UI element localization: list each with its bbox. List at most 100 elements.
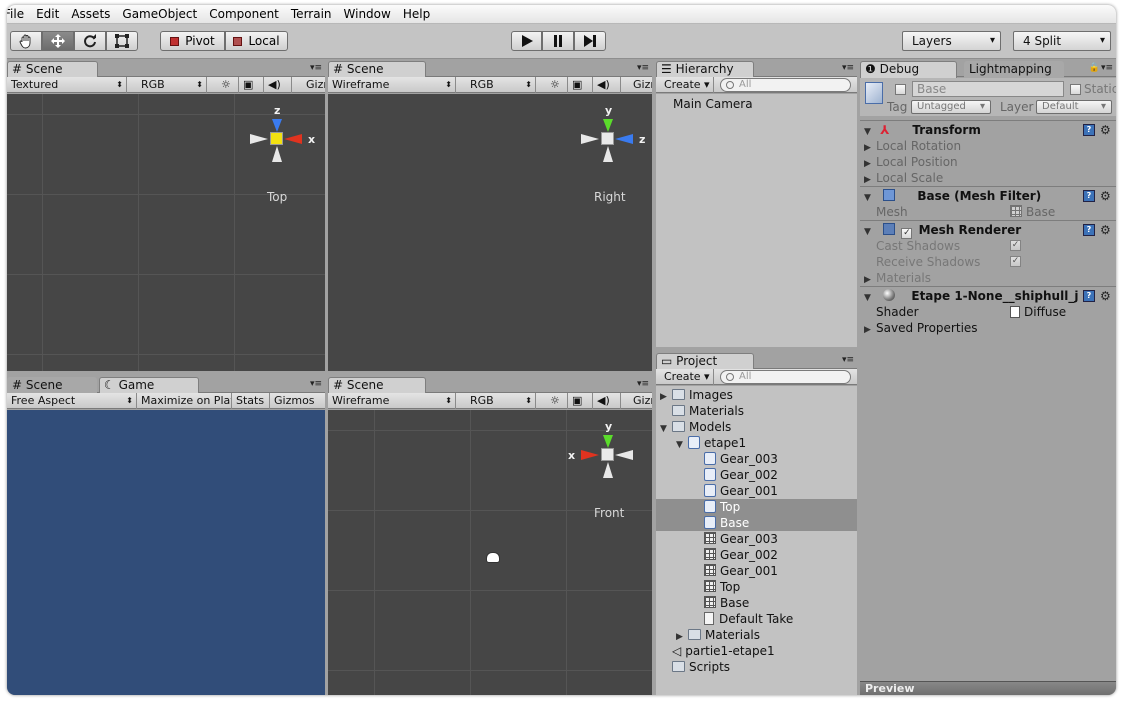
help-icon[interactable]: ? — [1083, 290, 1095, 302]
tab-scene[interactable]: # Scene — [328, 61, 426, 78]
pivot-toggle-button[interactable]: Pivot — [160, 31, 225, 51]
panel-menu-icon[interactable]: ▾≡ — [637, 379, 649, 389]
gear-icon[interactable]: ⚙ — [1100, 287, 1111, 305]
tag-dropdown[interactable]: Untagged — [911, 100, 991, 114]
render-mode-dropdown[interactable]: RGB ⬍ — [466, 393, 536, 409]
step-button[interactable] — [574, 31, 606, 51]
project-item[interactable]: Gear_002 — [656, 547, 857, 563]
rotate-tool-button[interactable] — [74, 31, 106, 51]
project-item[interactable]: ▶ Images — [656, 387, 857, 403]
hierarchy-search-input[interactable]: All — [720, 78, 851, 92]
menu-gameobject[interactable]: GameObject — [116, 7, 203, 21]
axis-y-arrow[interactable] — [603, 435, 613, 448]
axis-neg-x-arrow[interactable] — [250, 134, 268, 144]
project-item[interactable]: Gear_001 — [656, 563, 857, 579]
move-tool-button[interactable] — [42, 31, 74, 51]
axis-y-arrow[interactable] — [603, 119, 613, 132]
lighting-toggle[interactable]: ☼ — [546, 393, 568, 409]
local-position-row[interactable]: ▶ Local Position — [860, 154, 1116, 170]
project-item[interactable]: Materials — [656, 403, 857, 419]
game-viewport[interactable] — [7, 410, 325, 695]
local-rotation-row[interactable]: ▶ Local Rotation — [860, 138, 1116, 154]
gizmo-center-cube[interactable] — [270, 132, 283, 145]
panel-menu-icon[interactable]: ▾≡ — [842, 355, 854, 365]
transform-component-header[interactable]: ▼ ⅄ Transform ? ⚙ — [860, 120, 1116, 138]
local-toggle-button[interactable]: Local — [225, 31, 288, 51]
material-component-header[interactable]: ▼ Etape 1-None__shiphull_j ? ⚙ — [860, 286, 1116, 304]
scene-image-toggle[interactable]: ▣ — [568, 77, 593, 93]
local-scale-row[interactable]: ▶ Local Scale — [860, 170, 1116, 186]
axis-neg-x-arrow[interactable] — [615, 450, 633, 460]
orientation-gizmo[interactable]: z x — [242, 104, 322, 184]
project-item[interactable]: Top — [656, 579, 857, 595]
stats-toggle[interactable]: Stats — [232, 393, 270, 409]
panel-menu-icon[interactable]: ▾≡ — [842, 63, 854, 73]
saved-properties-row[interactable]: ▶ Saved Properties — [860, 320, 1116, 336]
axis-z-arrow[interactable] — [615, 134, 633, 144]
orientation-gizmo[interactable]: y x — [568, 420, 652, 500]
gizmos-dropdown[interactable]: Gizm — [629, 393, 652, 409]
pause-button[interactable] — [542, 31, 574, 51]
mesh-filter-component-header[interactable]: ▼ Base (Mesh Filter) ? ⚙ — [860, 186, 1116, 204]
axis-neg-z-arrow[interactable] — [581, 134, 599, 144]
scene-viewport-right[interactable]: y z Right — [328, 94, 652, 371]
lighting-toggle[interactable]: ☼ — [217, 77, 239, 93]
tab-game[interactable]: ☾ Game — [99, 377, 199, 394]
scene-viewport-top[interactable]: z x Top — [7, 94, 325, 371]
project-item[interactable]: Gear_001 — [656, 483, 857, 499]
layers-dropdown[interactable]: Layers — [902, 31, 1001, 51]
render-mode-dropdown[interactable]: RGB ⬍ — [137, 77, 207, 93]
menu-edit[interactable]: Edit — [30, 7, 65, 21]
tab-scene[interactable]: # Scene — [7, 377, 97, 394]
tab-scene[interactable]: # Scene — [328, 377, 426, 394]
gizmo-center-cube[interactable] — [601, 448, 614, 461]
project-item[interactable]: Base — [656, 515, 857, 531]
camera-gizmo-icon[interactable] — [486, 552, 500, 563]
project-item[interactable]: ▼ Models — [656, 419, 857, 435]
project-item[interactable]: Gear_003 — [656, 531, 857, 547]
help-icon[interactable]: ? — [1083, 124, 1095, 136]
mesh-renderer-component-header[interactable]: ▼ ✓ Mesh Renderer ? ⚙ — [860, 220, 1116, 239]
shader-row[interactable]: Shader Diffuse — [860, 304, 1116, 320]
project-search-input[interactable]: All — [720, 370, 851, 384]
scene-image-toggle[interactable]: ▣ — [568, 393, 593, 409]
help-icon[interactable]: ? — [1083, 190, 1095, 202]
object-name-field[interactable]: Base — [912, 81, 1064, 97]
gear-icon[interactable]: ⚙ — [1100, 221, 1111, 239]
project-item[interactable]: ▶ Materials — [656, 627, 857, 643]
project-item[interactable]: Default Take — [656, 611, 857, 627]
project-item[interactable]: Scripts — [656, 659, 857, 675]
tab-scene[interactable]: # Scene — [7, 61, 98, 78]
panel-menu-icon[interactable]: ▾≡ — [310, 63, 322, 73]
audio-toggle[interactable]: ◀) — [264, 77, 292, 93]
gizmos-dropdown[interactable]: Gizm — [302, 77, 325, 93]
layer-dropdown[interactable]: Default — [1036, 100, 1112, 114]
project-item[interactable]: ▼ etape1 — [656, 435, 857, 451]
aspect-dropdown[interactable]: Free Aspect ⬍ — [7, 393, 137, 409]
project-item[interactable]: Top — [656, 499, 857, 515]
project-item[interactable]: Base — [656, 595, 857, 611]
panel-menu-icon[interactable]: ▾≡ — [637, 63, 649, 73]
audio-toggle[interactable]: ◀) — [593, 77, 621, 93]
hand-tool-button[interactable] — [10, 31, 42, 51]
axis-x-arrow[interactable] — [581, 450, 599, 460]
gear-icon[interactable]: ⚙ — [1100, 187, 1111, 205]
scale-tool-button[interactable] — [106, 31, 138, 51]
menu-help[interactable]: Help — [397, 7, 436, 21]
draw-mode-dropdown[interactable]: Wireframe ⬍ — [328, 77, 456, 93]
menu-window[interactable]: Window — [338, 7, 397, 21]
create-dropdown[interactable]: Create ▾ — [660, 77, 714, 93]
maximize-on-play-toggle[interactable]: Maximize on Play — [137, 393, 232, 409]
active-checkbox[interactable] — [895, 84, 906, 95]
static-checkbox[interactable] — [1070, 84, 1081, 95]
render-mode-dropdown[interactable]: RGB ⬍ — [466, 77, 536, 93]
lighting-toggle[interactable]: ☼ — [546, 77, 568, 93]
project-item[interactable]: ◁ partie1-etape1 — [656, 643, 857, 659]
gizmos-dropdown[interactable]: Gizm — [629, 77, 652, 93]
hierarchy-item-main-camera[interactable]: Main Camera — [656, 96, 857, 112]
play-button[interactable] — [511, 31, 542, 51]
tab-debug-inspector[interactable]: ❶ Debug — [860, 61, 957, 78]
axis-z-arrow[interactable] — [272, 119, 282, 132]
layout-dropdown[interactable]: 4 Split — [1013, 31, 1111, 51]
menu-terrain[interactable]: Terrain — [285, 7, 338, 21]
